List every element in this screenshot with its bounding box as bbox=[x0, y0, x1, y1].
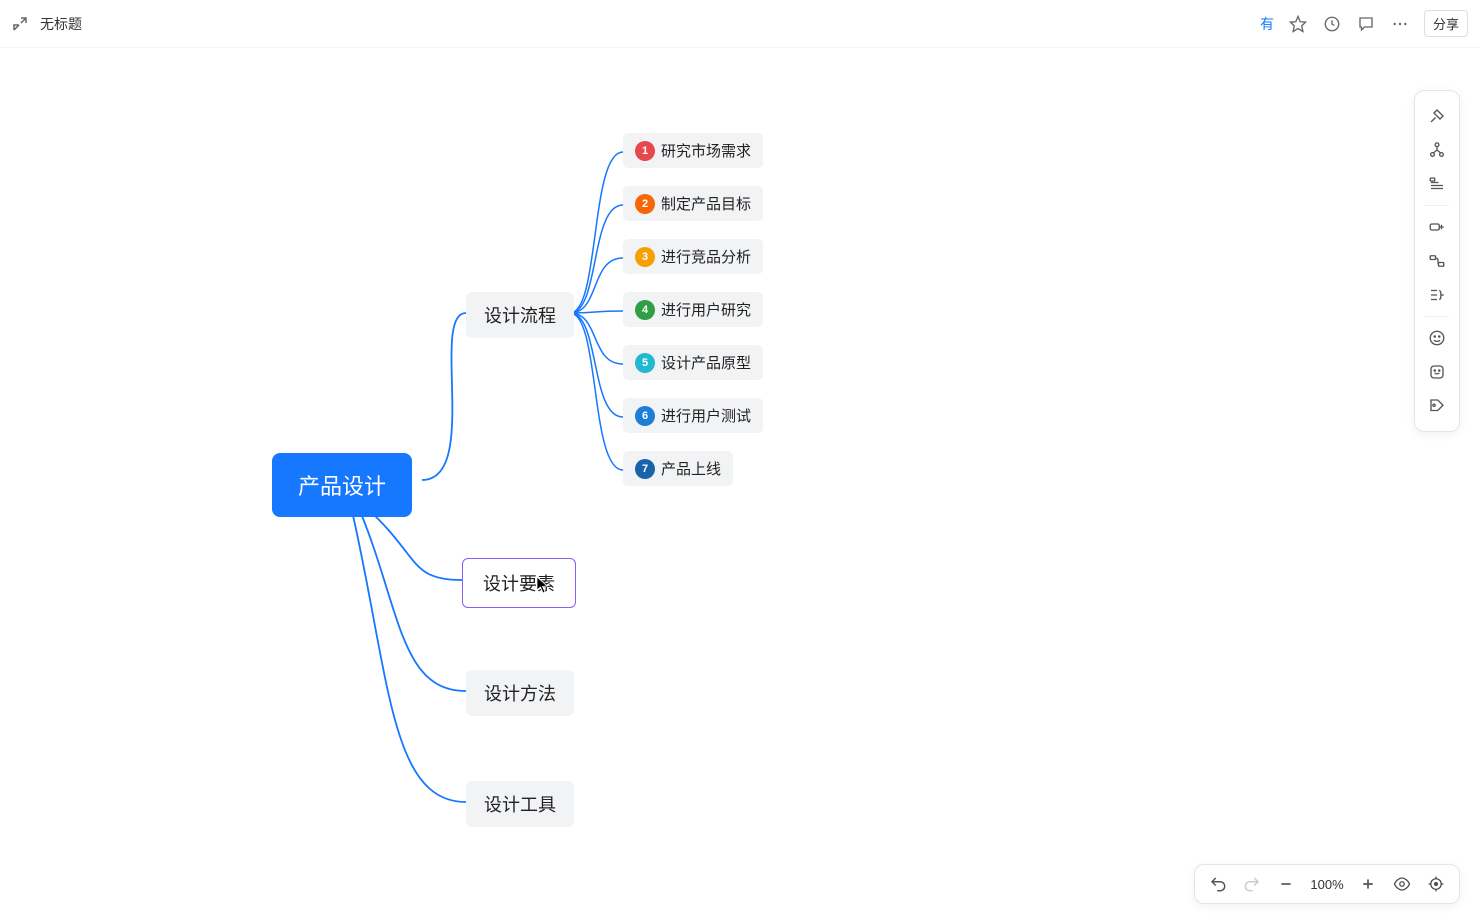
leaf-node[interactable]: 7 产品上线 bbox=[623, 451, 733, 486]
undo-icon[interactable] bbox=[1205, 871, 1231, 897]
style-tool-icon[interactable] bbox=[1419, 99, 1455, 133]
branch-node[interactable]: 设计流程 bbox=[466, 292, 574, 338]
star-icon[interactable] bbox=[1288, 14, 1308, 34]
bottom-toolbar: 100% bbox=[1194, 864, 1460, 904]
root-node-label: 产品设计 bbox=[298, 474, 386, 499]
number-badge: 1 bbox=[635, 141, 655, 161]
view-mode-icon[interactable] bbox=[1389, 871, 1415, 897]
branch-node-label: 设计方法 bbox=[484, 684, 556, 704]
leaf-node-label: 设计产品原型 bbox=[661, 352, 751, 373]
leaf-node-label: 进行用户研究 bbox=[661, 299, 751, 320]
branch-node-label: 设计工具 bbox=[484, 795, 556, 815]
leaf-node-label: 进行用户测试 bbox=[661, 405, 751, 426]
structure-tool-icon[interactable] bbox=[1419, 133, 1455, 167]
history-icon[interactable] bbox=[1322, 14, 1342, 34]
side-toolbar bbox=[1414, 90, 1460, 432]
root-node[interactable]: 产品设计 bbox=[272, 453, 412, 517]
leaf-node[interactable]: 5 设计产品原型 bbox=[623, 345, 763, 380]
leaf-node-label: 研究市场需求 bbox=[661, 140, 751, 161]
branch-node[interactable]: 设计要素 bbox=[462, 558, 576, 608]
leaf-node-label: 制定产品目标 bbox=[661, 193, 751, 214]
number-badge: 6 bbox=[635, 406, 655, 426]
number-badge: 5 bbox=[635, 353, 655, 373]
number-badge: 2 bbox=[635, 194, 655, 214]
toolbar-divider bbox=[1425, 205, 1449, 206]
connection-lines bbox=[0, 48, 1480, 924]
topbar-right: 有 分享 bbox=[1260, 10, 1468, 37]
redo-icon[interactable] bbox=[1239, 871, 1265, 897]
summary-tool-icon[interactable] bbox=[1419, 278, 1455, 312]
emoji-tool-icon[interactable] bbox=[1419, 321, 1455, 355]
sticker-tool-icon[interactable] bbox=[1419, 355, 1455, 389]
collapse-icon[interactable] bbox=[12, 16, 28, 32]
insert-topic-icon[interactable] bbox=[1419, 210, 1455, 244]
number-badge: 7 bbox=[635, 459, 655, 479]
toolbar-divider bbox=[1425, 316, 1449, 317]
branch-node-label: 设计流程 bbox=[484, 306, 556, 326]
document-title[interactable]: 无标题 bbox=[40, 14, 82, 34]
topbar-left: 无标题 bbox=[12, 14, 82, 34]
branch-node[interactable]: 设计方法 bbox=[466, 670, 574, 716]
relation-tool-icon[interactable] bbox=[1419, 244, 1455, 278]
leaf-node[interactable]: 6 进行用户测试 bbox=[623, 398, 763, 433]
branch-node-label: 设计要素 bbox=[483, 574, 555, 594]
number-badge: 3 bbox=[635, 247, 655, 267]
presence-indicator[interactable]: 有 bbox=[1260, 14, 1274, 34]
zoom-in-icon[interactable] bbox=[1355, 871, 1381, 897]
leaf-node[interactable]: 2 制定产品目标 bbox=[623, 186, 763, 221]
leaf-node-label: 产品上线 bbox=[661, 458, 721, 479]
locate-icon[interactable] bbox=[1423, 871, 1449, 897]
branch-node[interactable]: 设计工具 bbox=[466, 781, 574, 827]
mindmap-canvas[interactable]: 产品设计 设计流程设计要素设计方法设计工具 1 研究市场需求 2 制定产品目标 3 进行竞… bbox=[0, 48, 1480, 924]
leaf-node[interactable]: 3 进行竞品分析 bbox=[623, 239, 763, 274]
leaf-node[interactable]: 4 进行用户研究 bbox=[623, 292, 763, 327]
zoom-level: 100% bbox=[1307, 877, 1347, 892]
outline-tool-icon[interactable] bbox=[1419, 167, 1455, 201]
zoom-out-icon[interactable] bbox=[1273, 871, 1299, 897]
number-badge: 4 bbox=[635, 300, 655, 320]
leaf-node-label: 进行竞品分析 bbox=[661, 246, 751, 267]
share-button[interactable]: 分享 bbox=[1424, 10, 1468, 37]
tag-tool-icon[interactable] bbox=[1419, 389, 1455, 423]
comment-icon[interactable] bbox=[1356, 14, 1376, 34]
more-icon[interactable] bbox=[1390, 14, 1410, 34]
leaf-node[interactable]: 1 研究市场需求 bbox=[623, 133, 763, 168]
topbar: 无标题 有 分享 bbox=[0, 0, 1480, 48]
